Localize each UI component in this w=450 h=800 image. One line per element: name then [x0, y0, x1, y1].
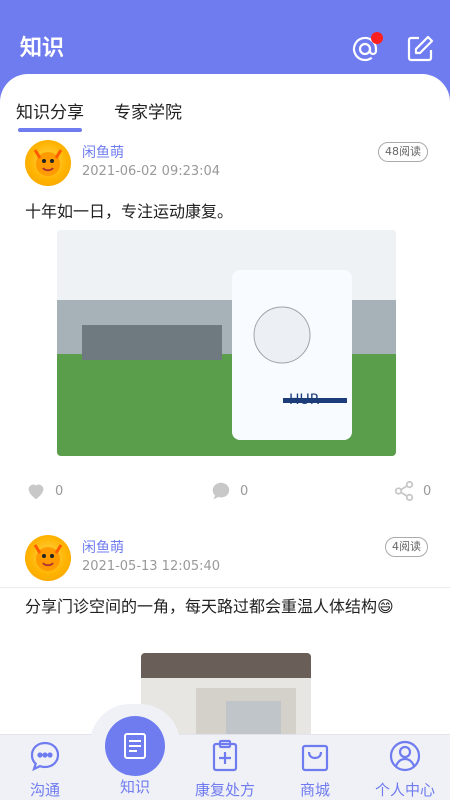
- heart-icon: [28, 484, 44, 500]
- edit-icon[interactable]: [405, 34, 435, 64]
- gym-equipment-image[interactable]: HUR: [57, 230, 396, 456]
- chat-icon: [30, 741, 60, 772]
- prescription-icon: [212, 739, 238, 772]
- nav-profile[interactable]: 个人中心: [360, 735, 450, 800]
- active-tab-indicator: [18, 128, 82, 132]
- share-count: 0: [423, 483, 432, 499]
- nav-rehab-label: 康复处方: [194, 781, 255, 799]
- post-timestamp: 2021-06-02 09:23:04: [82, 164, 221, 179]
- tab-bar: 知识分享 专家学院: [0, 74, 450, 140]
- nav-rehab-prescription[interactable]: 康复处方: [180, 735, 270, 800]
- share-icon: [394, 480, 414, 502]
- post-text: 十年如一日，专注运动康复。: [25, 202, 234, 221]
- username[interactable]: 闲鱼萌: [82, 142, 124, 162]
- post-text: 分享门诊空间的一角，每天路过都会重温人体结构😄: [25, 597, 394, 616]
- like-button[interactable]: 0: [25, 480, 63, 502]
- tab-knowledge-share[interactable]: 知识分享: [16, 98, 84, 123]
- like-count: 0: [55, 483, 64, 499]
- nav-shop[interactable]: 商城: [270, 735, 360, 800]
- image-brand-text: HUR: [289, 392, 320, 408]
- post-timestamp: 2021-05-13 12:05:40: [82, 559, 221, 574]
- tab-expert-academy[interactable]: 专家学院: [114, 98, 182, 123]
- nav-knowledge-label: 知识: [119, 778, 150, 796]
- main-content: 知识分享 专家学院 闲鱼萌 2021-06-02 09:23:04 48阅读 十…: [0, 74, 450, 734]
- shopping-bag-icon: [301, 744, 329, 772]
- avatar[interactable]: [25, 535, 71, 581]
- bottom-navigation: 沟通 康复处方 商城 个人中心: [0, 734, 450, 800]
- nav-profile-label: 个人中心: [374, 781, 435, 799]
- nav-knowledge[interactable]: [105, 716, 165, 776]
- comment-button[interactable]: 0: [210, 480, 248, 502]
- notification-dot: [371, 32, 383, 44]
- post-divider: [0, 587, 450, 588]
- comment-count: 0: [240, 483, 249, 499]
- knowledge-icon: [124, 733, 146, 759]
- nav-chat[interactable]: 沟通: [0, 735, 90, 800]
- comment-icon: [212, 482, 230, 500]
- read-count-badge: 4阅读: [385, 537, 428, 557]
- read-count-badge: 48阅读: [378, 142, 428, 162]
- post-actions: 0 0 0: [0, 480, 450, 510]
- share-button[interactable]: 0: [393, 480, 431, 502]
- page-title: 知识: [20, 36, 65, 61]
- nav-shop-label: 商城: [299, 781, 330, 799]
- avatar[interactable]: [25, 140, 71, 186]
- nav-chat-label: 沟通: [29, 781, 60, 799]
- username[interactable]: 闲鱼萌: [82, 537, 124, 557]
- profile-icon: [389, 740, 421, 772]
